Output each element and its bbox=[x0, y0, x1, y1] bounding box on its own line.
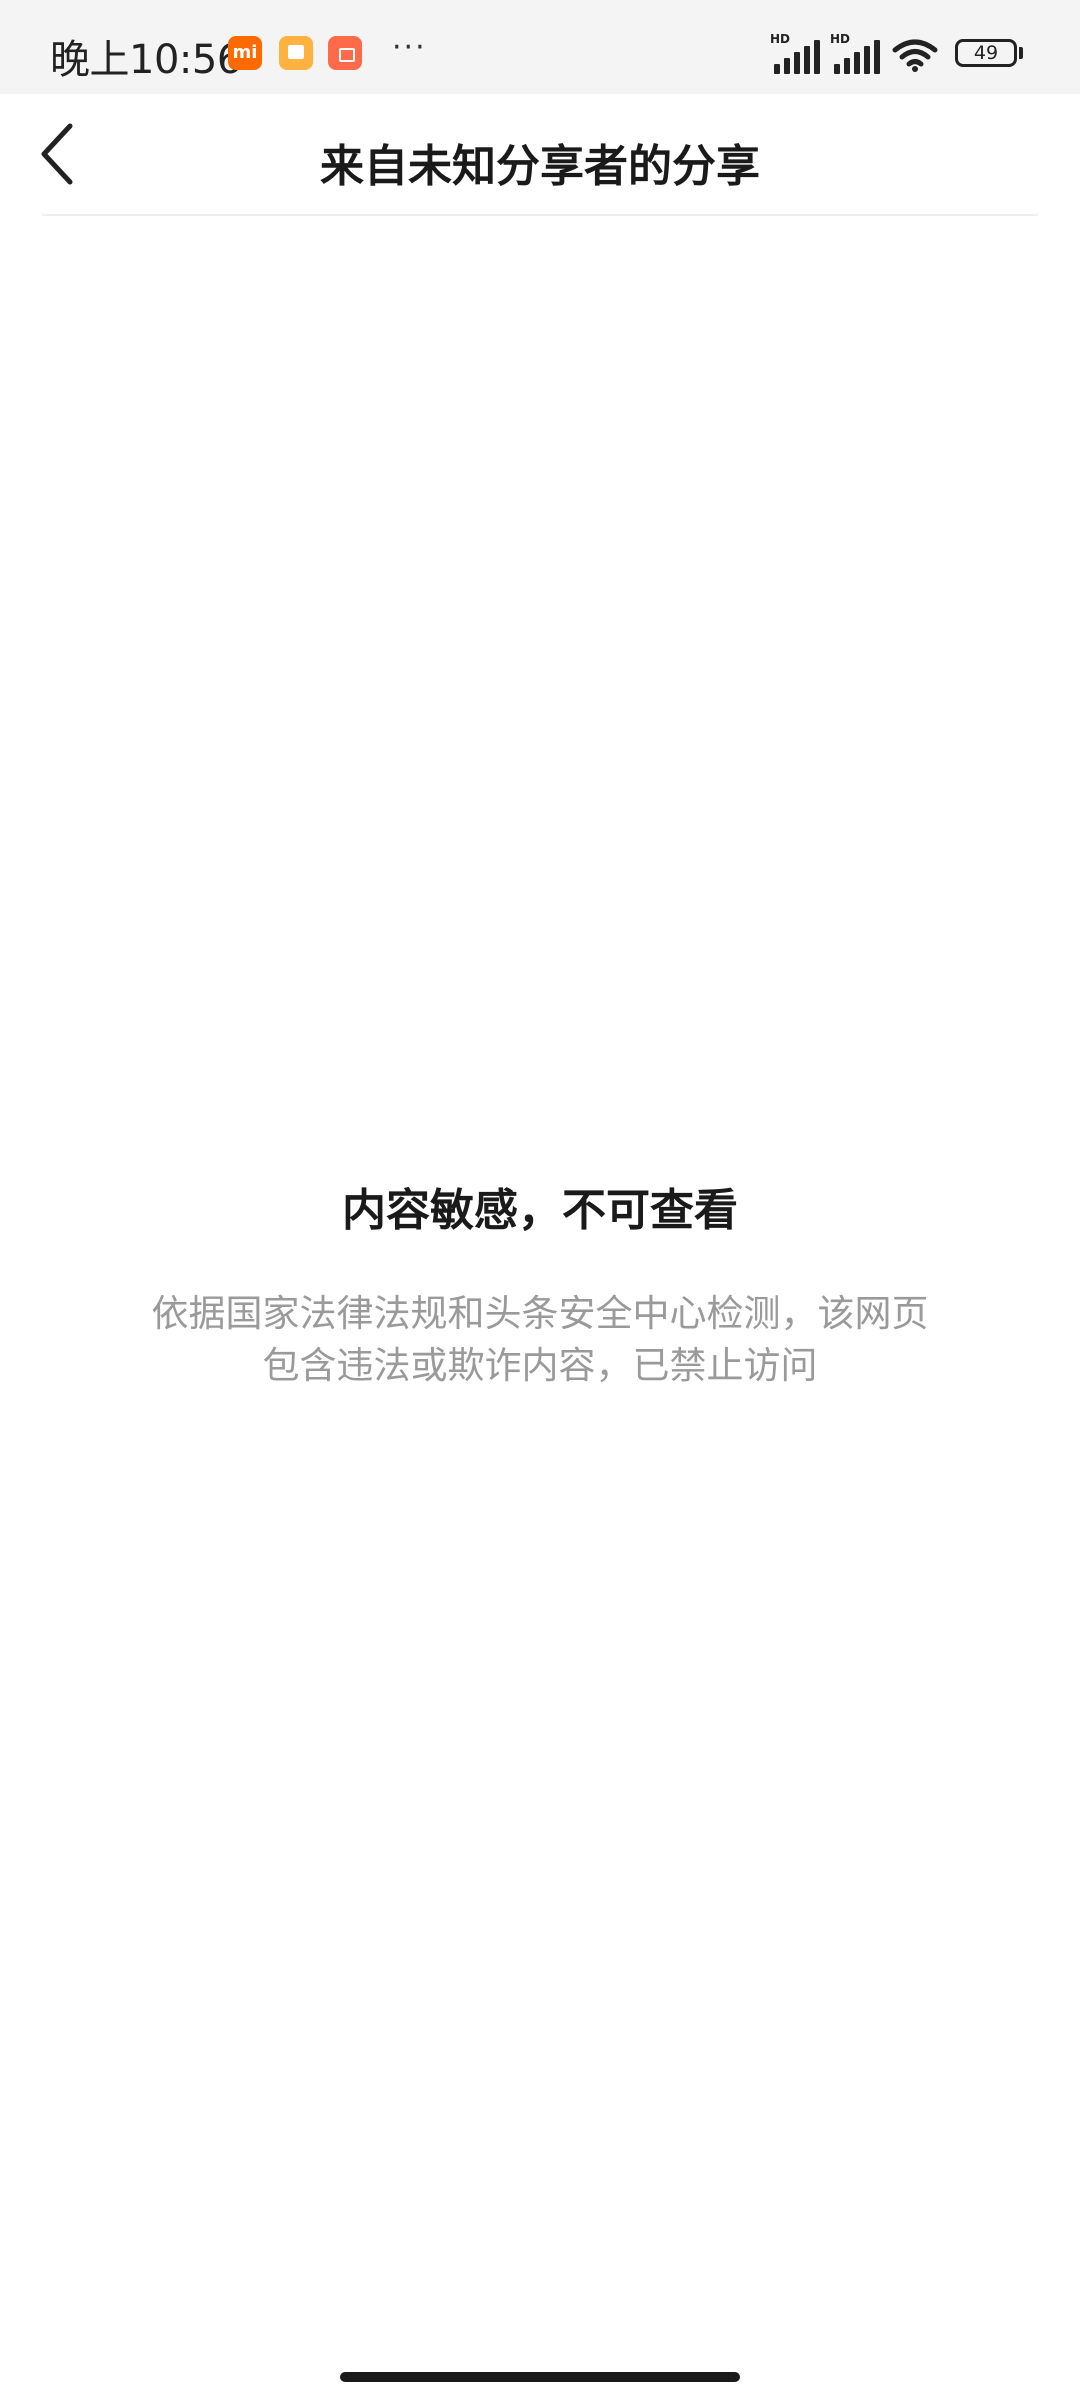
status-bar: 晚上10:56 mi ··· HD HD 49 bbox=[0, 0, 1080, 94]
cellular-signal-icon: HD bbox=[770, 32, 822, 74]
home-indicator[interactable] bbox=[340, 2372, 740, 2382]
notice-description: 依据国家法律法规和头条安全中心检测，该网页包含违法或欺诈内容，已禁止访问 bbox=[151, 1292, 929, 1387]
more-notifications-icon: ··· bbox=[392, 30, 427, 65]
notice-title: 内容敏感，不可查看 bbox=[342, 1185, 738, 1236]
page-header: 来自未知分享者的分享 bbox=[0, 94, 1080, 216]
wifi-icon bbox=[892, 39, 938, 72]
cellular-signal-icon-2: HD bbox=[830, 32, 882, 74]
battery-icon: 49 bbox=[955, 39, 1017, 67]
shop-icon bbox=[328, 36, 362, 70]
notes-icon bbox=[279, 36, 313, 70]
status-time: 晚上10:56 bbox=[50, 37, 242, 83]
header-divider bbox=[42, 214, 1038, 216]
battery-level: 49 bbox=[973, 42, 999, 64]
page-title: 来自未知分享者的分享 bbox=[320, 141, 760, 192]
mi-app-icon: mi bbox=[228, 36, 262, 70]
battery-cap bbox=[1019, 47, 1023, 59]
